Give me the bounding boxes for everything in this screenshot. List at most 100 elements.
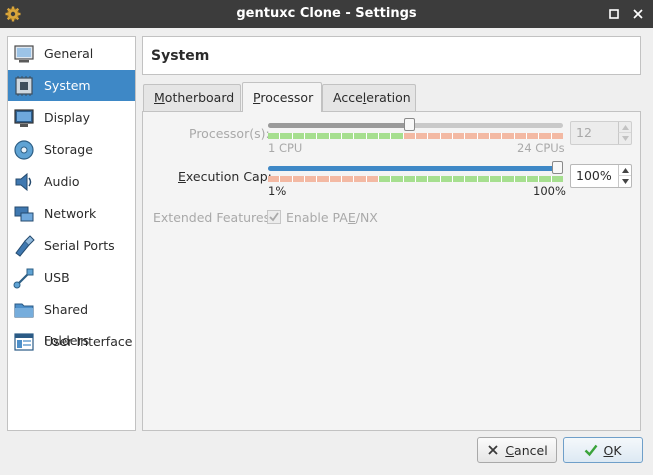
slider-tick (353, 176, 366, 182)
slider-tick (402, 133, 415, 139)
processors-slider[interactable] (268, 118, 563, 143)
tab-acceleration[interactable]: Acceleration (322, 84, 416, 111)
tab-label: rocessor (260, 90, 314, 105)
sidebar-item-user-interface[interactable]: User Interface (8, 326, 135, 357)
processors-max-label: 24 CPUs (517, 141, 565, 155)
processors-increment[interactable] (618, 122, 631, 133)
slider-tick (538, 133, 551, 139)
general-icon (14, 45, 34, 63)
tab-motherboard[interactable]: Motherboard (143, 84, 241, 111)
cancel-label-mnemonic: C (505, 442, 515, 458)
enable-pae-nx-label[interactable]: Enable PAE/NX (286, 210, 378, 225)
slider-tick (439, 176, 452, 182)
tab-label: otherboard (164, 90, 235, 105)
slider-tick (316, 133, 329, 139)
slider-tick (268, 176, 280, 182)
enable-pae-nx-checkbox[interactable] (267, 210, 281, 224)
execution-cap-decrement[interactable] (618, 176, 631, 187)
serial-ports-icon (15, 235, 35, 257)
ok-button-label: OK (603, 443, 621, 458)
tab-label: Acce (333, 90, 363, 105)
execution-cap-slider[interactable] (268, 161, 563, 186)
slider-tick (488, 133, 502, 139)
execution-cap-label-text: xecution Cap: (185, 169, 272, 184)
processors-min-label: 1 CPU (268, 141, 303, 155)
sidebar-item-serial-ports[interactable]: Serial Ports (8, 230, 135, 261)
cancel-button-label: Cancel (505, 443, 547, 458)
checkmark-icon (269, 212, 279, 222)
slider-tick (464, 133, 477, 139)
arrow-up-icon (621, 124, 629, 130)
sidebar-item-audio[interactable]: Audio (8, 166, 135, 197)
execution-cap-slider-ticks (268, 176, 563, 182)
settings-category-list: General System Display Storage Audio Net… (7, 36, 136, 431)
enable-pae-nx-label-text: /NX (355, 210, 378, 225)
slider-tick (439, 133, 452, 139)
slider-tick (328, 133, 341, 139)
slider-tick (476, 176, 489, 182)
processors-slider-handle[interactable] (404, 118, 415, 131)
sidebar-item-label: Display (44, 110, 91, 125)
execution-cap-label: Execution Cap: (178, 169, 272, 184)
slider-tick (340, 176, 354, 182)
usb-icon (13, 268, 34, 289)
sidebar-item-label: USB (44, 270, 70, 285)
slider-tick (291, 176, 304, 182)
sidebar-item-system[interactable]: System (8, 70, 135, 101)
network-icon (14, 206, 34, 222)
slider-tick (550, 133, 563, 139)
tab-label-mnemonic: M (154, 90, 165, 105)
slider-tick (525, 133, 539, 139)
user-interface-icon (14, 333, 34, 351)
sidebar-item-label: General (44, 46, 94, 61)
display-icon (14, 109, 34, 127)
slider-tick (365, 176, 378, 182)
processors-value: 12 (576, 125, 592, 140)
sidebar-item-shared-folders[interactable]: Shared Folders (8, 294, 135, 348)
ok-label-mnemonic: O (603, 442, 614, 458)
execution-cap-slider-fill (268, 166, 558, 171)
slider-tick (402, 176, 415, 182)
cancel-button[interactable]: Cancel (477, 437, 557, 463)
slider-tick (390, 133, 403, 139)
slider-tick (464, 176, 477, 182)
slider-tick (365, 133, 378, 139)
sidebar-item-display[interactable]: Display (8, 102, 135, 133)
execution-cap-label-mnemonic: E (178, 169, 186, 184)
tab-processor[interactable]: Processor (242, 82, 322, 112)
shared-folders-icon (14, 303, 34, 318)
processors-spinbox[interactable]: 12 (570, 121, 632, 145)
sidebar-item-label: Network (44, 206, 97, 221)
slider-tick (488, 176, 502, 182)
arrow-down-icon (621, 136, 629, 141)
execution-cap-min-label: 1% (268, 184, 287, 198)
sidebar-item-network[interactable]: Network (8, 198, 135, 229)
slider-tick (501, 133, 514, 139)
execution-cap-spinbox[interactable]: 100% (570, 164, 632, 188)
sidebar-item-usb[interactable]: USB (8, 262, 135, 293)
sidebar-item-label: User Interface (44, 334, 133, 349)
slider-tick (291, 133, 304, 139)
window-title: gentuxc Clone - Settings (236, 6, 417, 21)
ok-label-text: K (613, 442, 622, 458)
maximize-icon[interactable] (606, 6, 622, 22)
slider-tick (451, 176, 465, 182)
slider-tick (513, 133, 526, 139)
execution-cap-increment[interactable] (618, 165, 631, 176)
slider-tick (377, 133, 391, 139)
execution-cap-value: 100% (576, 168, 612, 183)
processors-label: Processor(s): (189, 126, 270, 141)
slider-tick (525, 176, 539, 182)
sidebar-item-storage[interactable]: Storage (8, 134, 135, 165)
execution-cap-max-label: 100% (533, 184, 566, 198)
close-icon[interactable] (630, 6, 646, 22)
title-bar: gentuxc Clone - Settings (0, 0, 653, 28)
processors-slider-ticks (268, 133, 563, 139)
execution-cap-slider-handle[interactable] (552, 161, 563, 174)
processors-decrement[interactable] (618, 133, 631, 144)
slider-tick (550, 176, 563, 182)
slider-tick (427, 133, 440, 139)
sidebar-item-label: System (44, 78, 91, 93)
ok-button[interactable]: OK (563, 437, 643, 463)
sidebar-item-general[interactable]: General (8, 38, 135, 69)
